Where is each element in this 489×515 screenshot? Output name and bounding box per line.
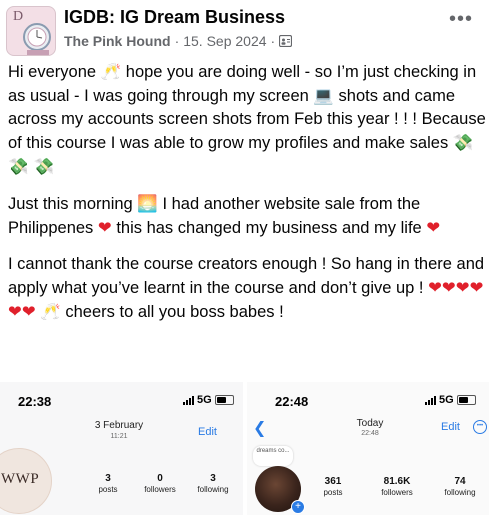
stat-label: posts [98, 485, 118, 494]
status-time: 22:48 [275, 394, 309, 409]
post-paragraph: Just this morning 🌅 I had another websit… [8, 192, 486, 240]
note-bubble[interactable]: dreams co... [253, 446, 293, 466]
group-avatar[interactable]: D [6, 6, 56, 56]
emoji-icon: 🥂 [40, 302, 61, 321]
screenshot-right[interactable]: 22:48 5G ❮ Today 22:48 Edit ••• dreams c… [247, 382, 489, 515]
stat-value: 74 [454, 476, 466, 487]
date-subtitle: 11:21 [110, 433, 128, 440]
back-chevron-icon[interactable]: ❮ [253, 418, 266, 438]
group-name[interactable]: IGDB: IG Dream Business [64, 7, 285, 28]
post-body: Hi everyone 🥂 hope you are doing well - … [8, 60, 486, 337]
watch-illustration-icon [23, 23, 51, 55]
emoji-icon: 🌅 [137, 194, 158, 213]
attached-screenshots[interactable]: 22:38 5G 3 February 11:21 Edit WWP 3 pos… [0, 382, 489, 515]
more-circle-icon[interactable]: ••• [473, 420, 487, 434]
battery-icon [456, 395, 476, 405]
status-indicators: 5G [425, 394, 476, 406]
stat-label: following [444, 488, 476, 497]
date-subtitle: 22:48 [361, 430, 379, 437]
screenshot-left[interactable]: 22:38 5G 3 February 11:21 Edit WWP 3 pos… [0, 382, 243, 515]
post-text: cheers to all you boss babes ! [60, 303, 284, 321]
post-meta: The Pink Hound · 15. Sep 2024 · [64, 33, 293, 49]
more-options-icon[interactable]: ••• [449, 8, 473, 31]
stat-followers[interactable]: 81.6K followers [367, 476, 427, 497]
author-name[interactable]: The Pink Hound [64, 33, 171, 49]
status-time: 22:38 [18, 394, 52, 409]
edit-link[interactable]: Edit [441, 421, 460, 433]
stat-following[interactable]: 74 following [430, 476, 489, 497]
signal-icon [183, 395, 194, 405]
battery-icon [214, 395, 234, 405]
stat-value: 3 [105, 473, 111, 484]
network-label: 5G [197, 394, 212, 406]
date-title: 3 February [94, 420, 144, 431]
stat-posts: 3 posts [78, 473, 138, 494]
heart-emoji-icon: ❤ [426, 218, 441, 237]
stat-value: 3 [210, 473, 216, 484]
edit-link[interactable]: Edit [198, 426, 217, 438]
date-title: Today [356, 418, 384, 429]
meta-separator: · [270, 33, 276, 49]
add-story-icon[interactable]: + [291, 500, 305, 514]
stat-label: followers [144, 485, 176, 494]
meta-separator: · [174, 33, 180, 49]
stat-posts: 361 posts [303, 476, 363, 497]
post-text: this has changed my business and my life [111, 219, 427, 237]
profile-logo-text: WWP [1, 471, 40, 487]
stat-followers[interactable]: 0 followers [130, 473, 190, 494]
stat-label: posts [323, 488, 343, 497]
post-paragraph: I cannot thank the course creators enoug… [8, 253, 486, 324]
members-privacy-icon [279, 35, 293, 47]
stat-label: following [197, 485, 229, 494]
note-text: dreams co... [256, 448, 290, 454]
stat-value: 0 [157, 473, 163, 484]
stat-following[interactable]: 3 following [183, 473, 243, 494]
stat-value: 361 [324, 476, 342, 487]
post-header: D IGDB: IG Dream Business The Pink Hound… [0, 0, 489, 58]
stat-value: 81.6K [383, 476, 411, 487]
post-text: Hi everyone [8, 63, 101, 81]
status-indicators: 5G [183, 394, 234, 406]
post-date[interactable]: 15. Sep 2024 [183, 33, 266, 49]
signal-icon [425, 395, 436, 405]
post-text: I cannot thank the course creators enoug… [8, 255, 485, 297]
post-paragraph: Hi everyone 🥂 hope you are doing well - … [8, 60, 486, 179]
emoji-icon: 🥂 [100, 62, 122, 81]
stat-label: followers [381, 488, 413, 497]
emoji-icon: 💻 [313, 86, 334, 105]
heart-emoji-icon: ❤ [97, 218, 112, 237]
post-text: Just this morning [8, 195, 138, 213]
network-label: 5G [439, 394, 454, 406]
profile-picture[interactable]: WWP [0, 448, 52, 514]
